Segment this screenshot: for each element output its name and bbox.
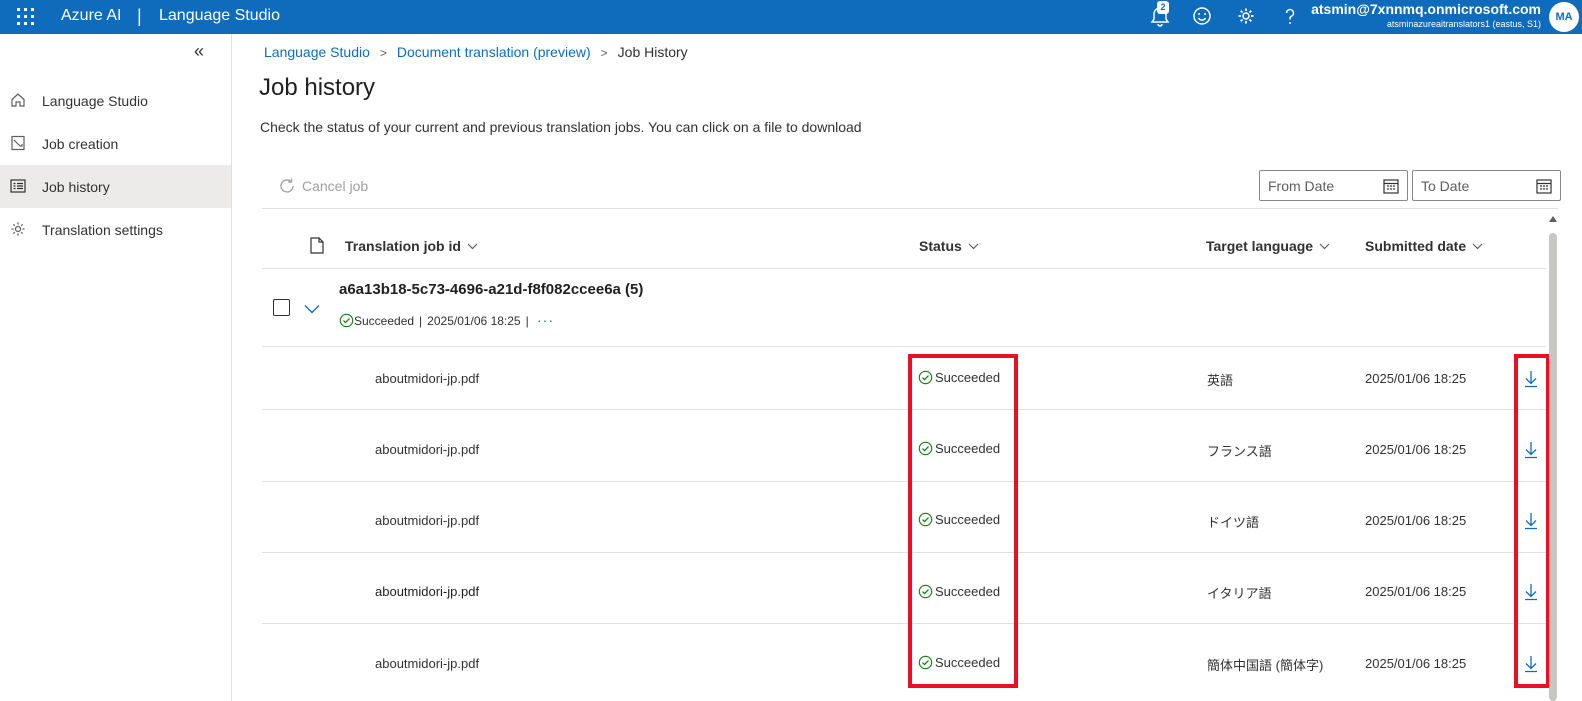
help-icon[interactable] bbox=[1280, 5, 1302, 27]
file-name[interactable]: aboutmidori-jp.pdf bbox=[375, 656, 479, 671]
list-icon bbox=[10, 178, 26, 194]
submitted-date: 2025/01/06 18:25 bbox=[1365, 371, 1467, 386]
sidebar-item-translation-settings[interactable]: Translation settings bbox=[0, 208, 231, 251]
job-id[interactable]: a6a13b18-5c73-4696-a21d-f8f082ccee6a (5) bbox=[339, 281, 643, 298]
chevron-right-icon: > bbox=[600, 46, 608, 60]
group-select-checkbox[interactable] bbox=[273, 299, 290, 316]
separator: | bbox=[525, 313, 529, 328]
chevron-down-icon bbox=[968, 243, 979, 249]
check-circle-icon bbox=[339, 313, 354, 328]
from-date-input[interactable] bbox=[1260, 171, 1380, 200]
notification-count-badge: 2 bbox=[1157, 1, 1169, 14]
cancel-job-button[interactable]: Cancel job bbox=[278, 176, 368, 196]
row-divider bbox=[262, 409, 1546, 410]
calendar-icon[interactable] bbox=[1383, 178, 1399, 194]
row-divider bbox=[262, 552, 1546, 553]
top-bar: Azure AI | Language Studio 2 atsmin@7xnn… bbox=[0, 0, 1582, 34]
column-header-submitted-date[interactable]: Submitted date bbox=[1365, 238, 1483, 254]
chevron-right-icon: > bbox=[379, 46, 387, 60]
document-edit-icon bbox=[10, 135, 26, 151]
row-divider bbox=[262, 481, 1546, 482]
column-header-target-language[interactable]: Target language bbox=[1206, 238, 1330, 254]
file-name[interactable]: aboutmidori-jp.pdf bbox=[375, 584, 479, 599]
job-summary: Succeeded | 2025/01/06 18:25 | bbox=[339, 313, 534, 328]
column-header-label: Translation job id bbox=[345, 238, 461, 254]
avatar[interactable]: MA bbox=[1549, 2, 1579, 32]
scroll-up-arrow-icon[interactable] bbox=[1549, 216, 1557, 222]
expand-chevron-icon[interactable] bbox=[304, 301, 320, 319]
column-header-status[interactable]: Status bbox=[919, 238, 979, 254]
target-language: ドイツ語 bbox=[1207, 515, 1260, 530]
file-name[interactable]: aboutmidori-jp.pdf bbox=[375, 513, 479, 528]
toolbar-divider bbox=[262, 208, 1558, 209]
settings-gear-icon[interactable] bbox=[1236, 5, 1258, 27]
column-header-job-id[interactable]: Translation job id bbox=[345, 238, 478, 254]
more-options-icon[interactable]: ··· bbox=[537, 312, 554, 328]
job-submitted-date: 2025/01/06 18:25 bbox=[427, 313, 521, 328]
breadcrumb-current: Job History bbox=[617, 44, 688, 60]
sidebar-item-job-creation[interactable]: Job creation bbox=[0, 122, 231, 165]
file-type-icon bbox=[310, 237, 324, 259]
separator: | bbox=[419, 313, 423, 328]
calendar-icon[interactable] bbox=[1536, 178, 1552, 194]
brand-name[interactable]: Azure AI bbox=[61, 6, 121, 26]
column-header-label: Status bbox=[919, 238, 962, 254]
column-header-label: Submitted date bbox=[1365, 238, 1467, 254]
sidebar-item-label: Language Studio bbox=[42, 92, 148, 109]
breadcrumb: Language Studio > Document translation (pr… bbox=[264, 43, 688, 62]
from-date-picker[interactable] bbox=[1259, 170, 1408, 201]
submitted-date: 2025/01/06 18:25 bbox=[1365, 584, 1467, 599]
column-header-label: Target language bbox=[1206, 238, 1314, 254]
target-language: 英語 bbox=[1207, 373, 1234, 388]
target-language: フランス語 bbox=[1207, 444, 1272, 459]
file-name[interactable]: aboutmidori-jp.pdf bbox=[375, 442, 479, 457]
sidebar: « Language Studio Job creation Job histo… bbox=[0, 34, 232, 701]
file-name[interactable]: aboutmidori-jp.pdf bbox=[375, 371, 479, 386]
sidebar-item-job-history[interactable]: Job history bbox=[0, 165, 231, 208]
feedback-smiley-icon[interactable] bbox=[1192, 5, 1214, 27]
sidebar-item-language-studio[interactable]: Language Studio bbox=[0, 79, 231, 122]
chevron-down-icon bbox=[1472, 243, 1483, 249]
brand-separator: | bbox=[137, 6, 142, 26]
scrollbar-thumb[interactable] bbox=[1549, 233, 1557, 701]
header-divider bbox=[262, 268, 1546, 269]
breadcrumb-document-translation[interactable]: Document translation (preview) bbox=[397, 44, 591, 60]
download-highlight-box bbox=[1514, 354, 1550, 688]
chevron-down-icon bbox=[467, 243, 478, 249]
sidebar-item-label: Job history bbox=[42, 178, 110, 195]
cancel-job-label: Cancel job bbox=[302, 178, 369, 194]
account-email[interactable]: atsmin@7xnnmq.onmicrosoft.com bbox=[1311, 1, 1541, 17]
submitted-date: 2025/01/06 18:25 bbox=[1365, 656, 1467, 671]
chevron-down-icon bbox=[1319, 243, 1330, 249]
refresh-icon bbox=[280, 178, 294, 193]
row-divider bbox=[262, 623, 1546, 624]
waffle-icon[interactable] bbox=[17, 8, 35, 26]
account-resource[interactable]: atsminazureaitranslators1 (eastus, S1) bbox=[1387, 19, 1541, 30]
job-status: Succeeded bbox=[354, 313, 415, 328]
page-description: Check the status of your current and pre… bbox=[260, 119, 862, 135]
status-highlight-box bbox=[908, 354, 1018, 688]
sidebar-item-label: Translation settings bbox=[42, 221, 163, 238]
page-title: Job history bbox=[259, 74, 376, 101]
product-name[interactable]: Language Studio bbox=[159, 6, 280, 26]
home-icon bbox=[10, 92, 26, 108]
sidebar-item-label: Job creation bbox=[42, 135, 119, 152]
target-language: 簡体中国語 (簡体字) bbox=[1207, 658, 1324, 673]
breadcrumb-language-studio[interactable]: Language Studio bbox=[264, 44, 370, 60]
to-date-input[interactable] bbox=[1413, 171, 1533, 200]
collapse-sidebar-icon[interactable]: « bbox=[194, 41, 204, 61]
gear-icon bbox=[10, 221, 26, 237]
row-divider bbox=[262, 346, 1546, 347]
submitted-date: 2025/01/06 18:25 bbox=[1365, 513, 1467, 528]
to-date-picker[interactable] bbox=[1412, 170, 1561, 201]
submitted-date: 2025/01/06 18:25 bbox=[1365, 442, 1467, 457]
target-language: イタリア語 bbox=[1207, 586, 1272, 601]
